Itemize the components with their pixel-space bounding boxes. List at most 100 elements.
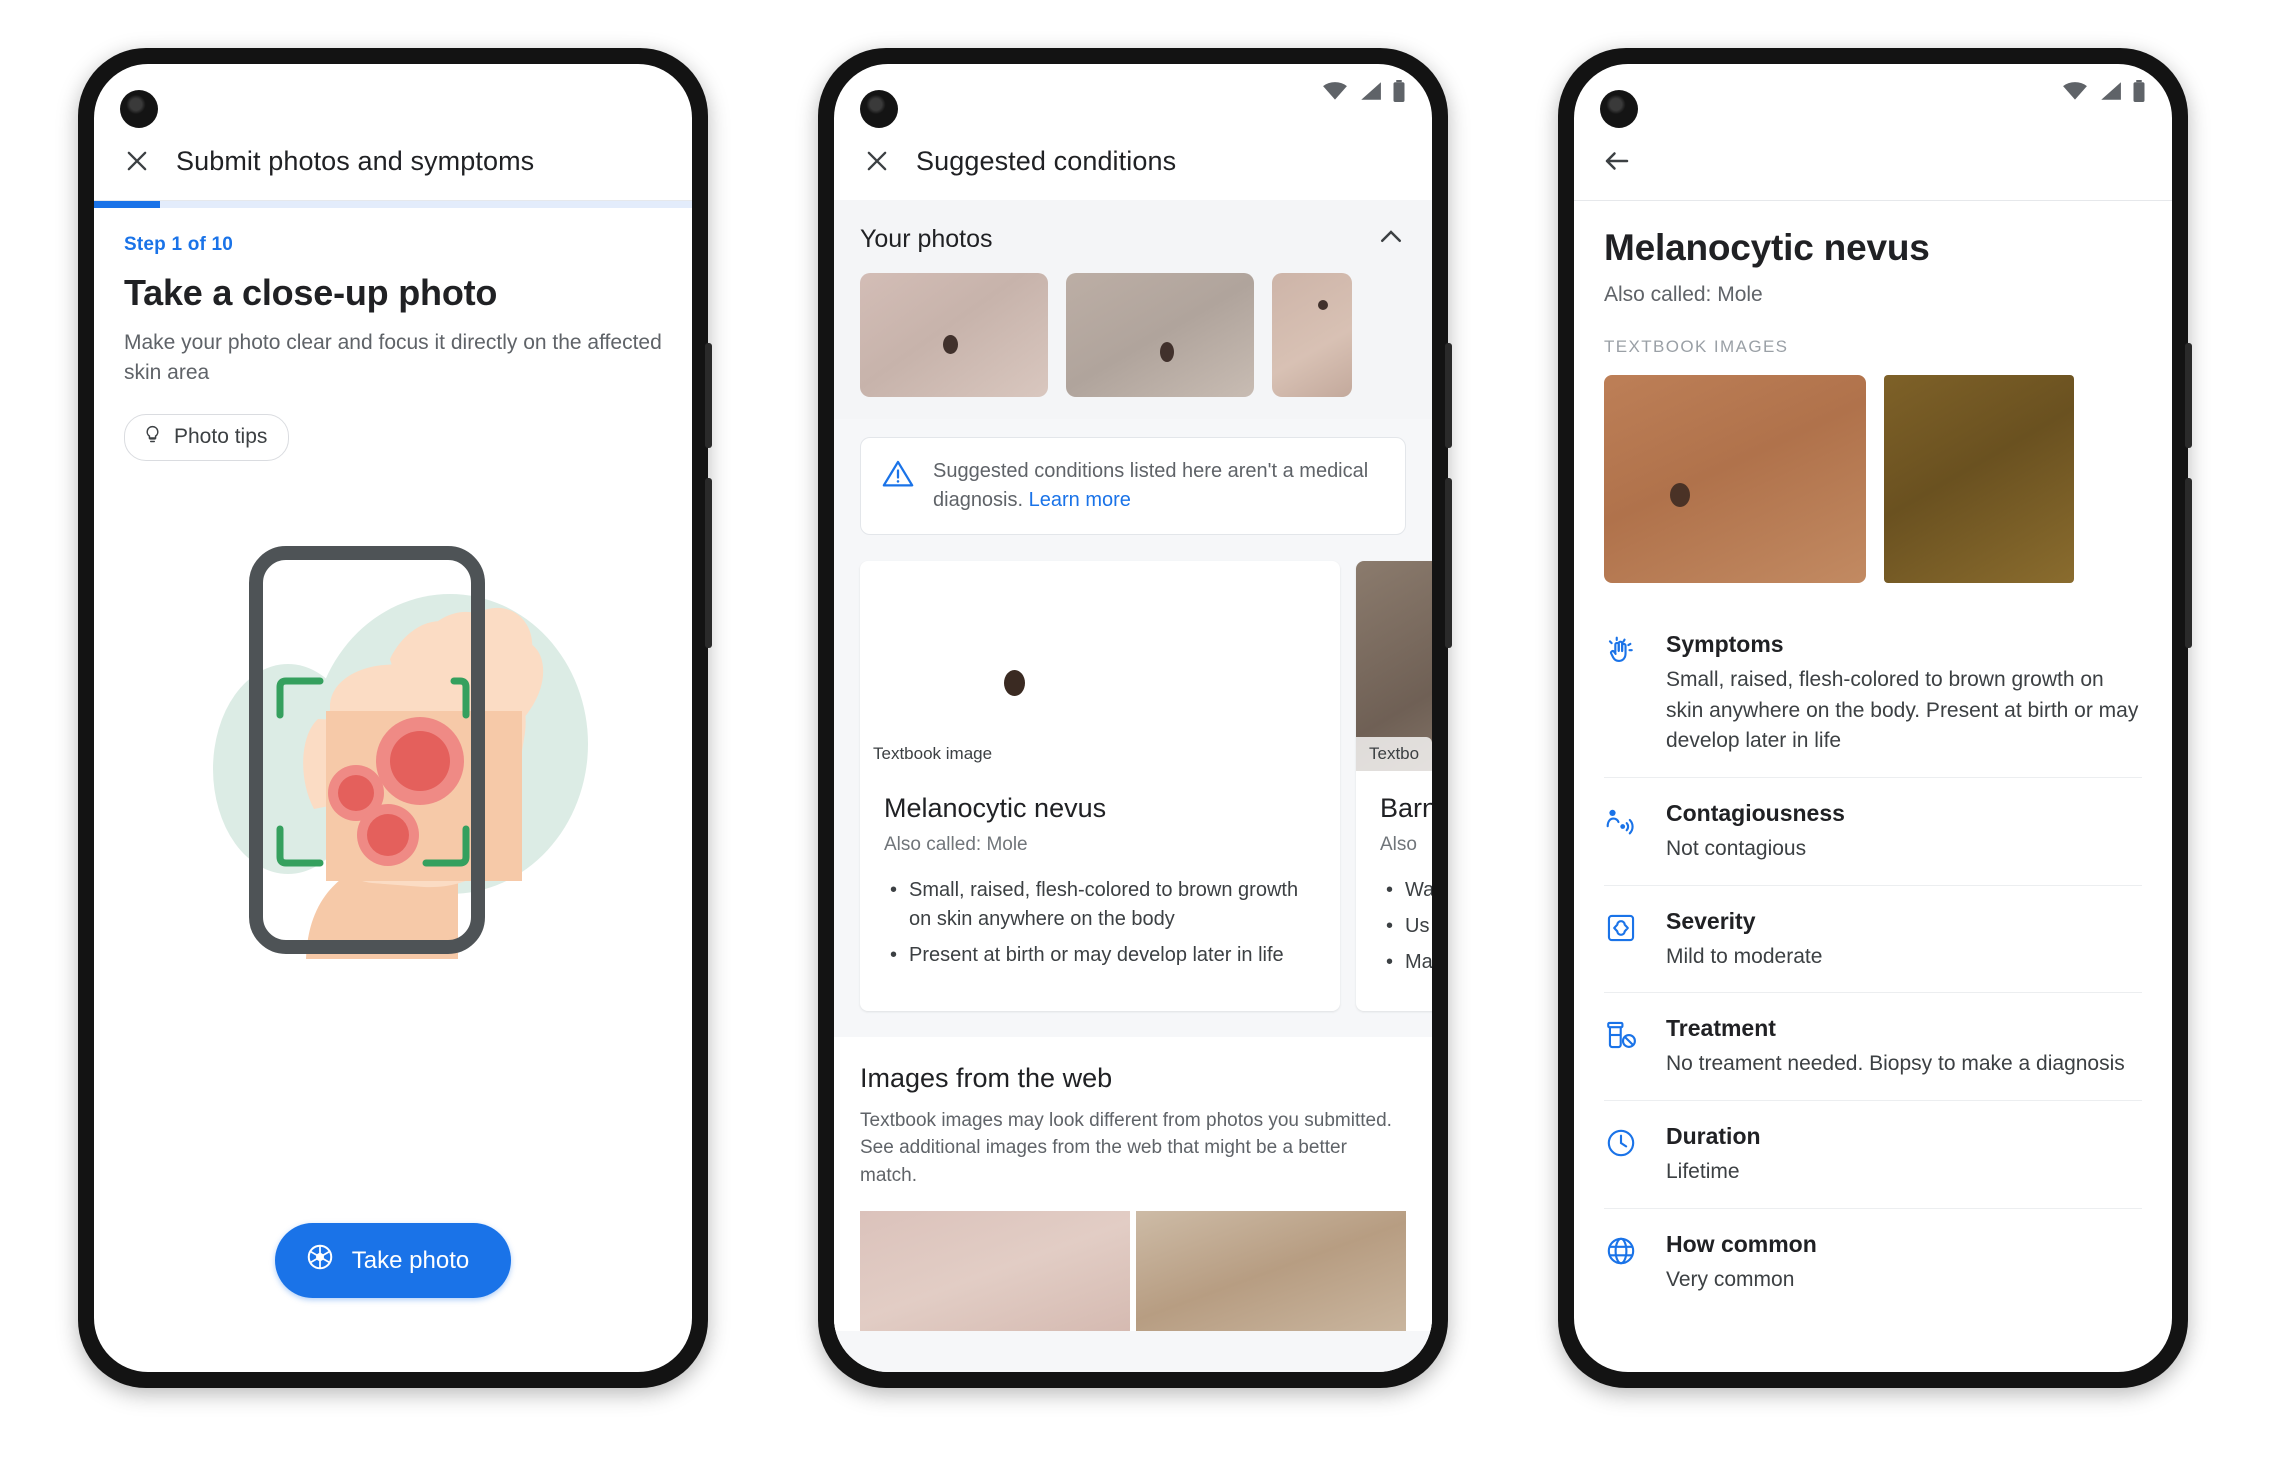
- detail-row-text: Treatment No treament needed. Biopsy to …: [1666, 1015, 2125, 1080]
- phone-3-screen: Melanocytic nevus Also called: Mole TEXT…: [1574, 64, 2172, 1372]
- status-bar: [94, 64, 692, 122]
- wifi-icon: [2062, 81, 2088, 106]
- contagiousness-icon: [1604, 800, 1644, 865]
- wifi-icon: [1322, 81, 1348, 106]
- photo-thumbnail[interactable]: [1066, 273, 1254, 397]
- textbook-image[interactable]: [1884, 375, 2074, 583]
- volume-button[interactable]: [2185, 343, 2192, 448]
- close-icon[interactable]: [860, 144, 894, 178]
- take-photo-button[interactable]: Take photo: [274, 1223, 512, 1298]
- power-button[interactable]: [1445, 478, 1452, 648]
- bullet-icon: •: [1386, 951, 1394, 974]
- duration-clock-icon: [1604, 1123, 1644, 1188]
- detail-value: No treament needed. Biopsy to make a dia…: [1666, 1052, 2125, 1076]
- step-description: Make your photo clear and focus it direc…: [124, 331, 662, 384]
- volume-button[interactable]: [705, 343, 712, 448]
- front-camera-punchhole: [1600, 90, 1638, 128]
- textbook-image-badge: Textbo: [1356, 737, 1432, 771]
- condition-card[interactable]: Textbo Barn Also • Wa • Us gre • Ma: [1356, 561, 1432, 1011]
- camera-illustration: [94, 534, 692, 964]
- page-title: Suggested conditions: [916, 145, 1177, 176]
- photo-thumbnail[interactable]: [1272, 273, 1352, 397]
- condition-bullets: • Small, raised, flesh-colored to brown g…: [884, 876, 1316, 971]
- phone-1-screen: Submit photos and symptoms Step 1 of 10 …: [94, 64, 692, 1372]
- your-photos-thumbnails[interactable]: [834, 273, 1432, 397]
- phone-3-content: Melanocytic nevus Also called: Mole TEXT…: [1574, 201, 2172, 1315]
- detail-label: Contagiousness: [1666, 799, 1845, 826]
- list-item: • Small, raised, flesh-colored to brown g…: [890, 876, 1316, 934]
- your-photos-section: Your photos: [834, 200, 1432, 419]
- phone-1-content: Step 1 of 10 Take a close-up photo Make …: [94, 208, 692, 461]
- condition-bullets: • Wa • Us gre • Ma: [1380, 876, 1432, 978]
- cellular-signal-icon: [1358, 81, 1382, 106]
- web-image-thumbnail[interactable]: [1136, 1211, 1406, 1332]
- condition-cards[interactable]: Textbook image Melanocytic nevus Also ca…: [834, 535, 1432, 1011]
- learn-more-link[interactable]: Learn more: [1029, 489, 1131, 511]
- app-bar: Submit photos and symptoms: [94, 122, 692, 200]
- lightbulb-icon: [142, 424, 163, 451]
- textbook-images-row[interactable]: [1574, 375, 2172, 583]
- detail-row-treatment: Treatment No treament needed. Biopsy to …: [1604, 993, 2142, 1101]
- web-image-thumbnail[interactable]: [860, 1211, 1130, 1332]
- your-photos-title: Your photos: [860, 225, 993, 253]
- screenshot-root: Submit photos and symptoms Step 1 of 10 …: [0, 0, 2296, 1465]
- detail-row-how-common: How common Very common: [1604, 1209, 2142, 1316]
- condition-title: Barn: [1380, 793, 1432, 823]
- detail-label: Severity: [1666, 907, 1756, 934]
- symptoms-hand-icon: [1604, 631, 1644, 757]
- bullet-text: Wa: [1405, 879, 1432, 901]
- list-item: • Wa: [1386, 876, 1432, 905]
- condition-card-body: Melanocytic nevus Also called: Mole • Sma…: [860, 771, 1340, 1004]
- bullet-text: Us gre: [1405, 915, 1432, 938]
- bullet-icon: •: [1386, 915, 1394, 938]
- detail-value: Very common: [1666, 1267, 1795, 1291]
- severity-shield-cross-icon: [1604, 908, 1644, 973]
- phone-1-frame: Submit photos and symptoms Step 1 of 10 …: [78, 48, 712, 1388]
- detail-label: Treatment: [1666, 1015, 1776, 1042]
- images-from-web-title: Images from the web: [860, 1062, 1113, 1093]
- condition-title: Melanocytic nevus: [884, 793, 1107, 823]
- condition-card[interactable]: Textbook image Melanocytic nevus Also ca…: [860, 561, 1340, 1011]
- photo-thumbnail[interactable]: [860, 273, 1048, 397]
- chevron-up-icon[interactable]: [1376, 222, 1406, 257]
- photo-tips-label: Photo tips: [174, 425, 268, 449]
- battery-icon: [1392, 79, 1406, 107]
- front-camera-punchhole: [860, 90, 898, 128]
- detail-label: How common: [1666, 1230, 1817, 1257]
- power-button[interactable]: [2185, 478, 2192, 648]
- list-item: • Ma: [1386, 948, 1432, 977]
- condition-card-image: Textbo: [1356, 561, 1432, 771]
- close-icon[interactable]: [120, 144, 154, 178]
- your-photos-header[interactable]: Your photos: [834, 200, 1432, 273]
- detail-row-contagiousness: Contagiousness Not contagious: [1604, 778, 2142, 886]
- condition-header: Melanocytic nevus Also called: Mole TEXT…: [1574, 201, 2172, 357]
- progress-fill: [94, 201, 160, 208]
- condition-alias: Also called: Mole: [1604, 283, 1763, 306]
- detail-row-duration: Duration Lifetime: [1604, 1101, 2142, 1209]
- status-bar: [1574, 64, 2172, 122]
- textbook-image[interactable]: [1604, 375, 1866, 583]
- photo-tips-chip[interactable]: Photo tips: [124, 413, 290, 461]
- condition-detail-rows: Symptoms Small, raised, flesh-colored to…: [1574, 583, 2172, 1315]
- condition-alias: Also called: Mole: [884, 834, 1028, 855]
- condition-title: Melanocytic nevus: [1604, 227, 1930, 268]
- back-arrow-icon[interactable]: [1600, 144, 1634, 178]
- detail-row-text: Contagiousness Not contagious: [1666, 800, 1845, 865]
- textbook-images-kicker: TEXTBOOK IMAGES: [1604, 337, 1789, 356]
- bullet-icon: •: [890, 879, 898, 901]
- phone-2-screen: Suggested conditions Your photos Suggest…: [834, 64, 1432, 1372]
- list-item: • Present at birth or may develop later i…: [890, 941, 1316, 970]
- volume-button[interactable]: [1445, 343, 1452, 448]
- bullet-icon: •: [1386, 879, 1394, 901]
- disclaimer-banner: Suggested conditions listed here aren't …: [860, 437, 1406, 535]
- power-button[interactable]: [705, 478, 712, 648]
- images-from-web-thumbnails[interactable]: [860, 1211, 1406, 1332]
- disclaimer-text: Suggested conditions listed here aren't …: [933, 460, 1369, 511]
- status-bar: [834, 64, 1432, 122]
- bullet-text: Present at birth or may develop later in…: [909, 944, 1284, 967]
- step-indicator: Step 1 of 10: [124, 234, 234, 255]
- cellular-signal-icon: [2098, 81, 2122, 106]
- warning-triangle-icon: [881, 457, 915, 496]
- detail-row-text: Severity Mild to moderate: [1666, 908, 1822, 973]
- progress-bar: [94, 201, 692, 208]
